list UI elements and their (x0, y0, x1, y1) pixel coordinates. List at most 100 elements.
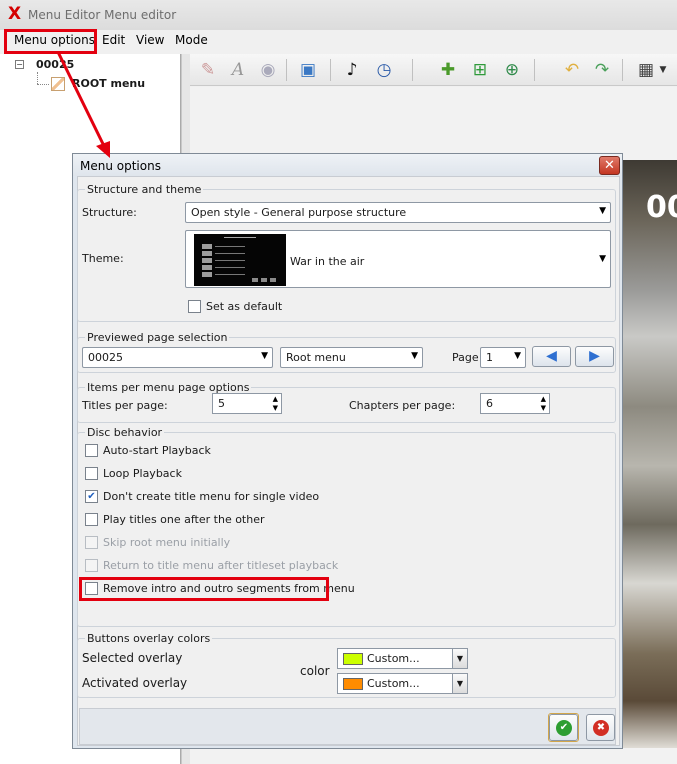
menu-value: Root menu (286, 351, 346, 364)
close-icon[interactable]: ✕ (599, 156, 620, 175)
tree-item-root[interactable]: 00025 (36, 58, 74, 71)
grid-icon[interactable]: ▦ (634, 58, 658, 82)
eye-icon[interactable]: ◉ (256, 58, 280, 82)
activated-color-value: Custom... (367, 677, 420, 690)
add-video-icon[interactable]: ⊕ (500, 58, 524, 82)
toolbar-separator (534, 59, 535, 81)
chevron-down-icon: ▼ (599, 206, 606, 216)
play-titles-sequential-label: Play titles one after the other (103, 513, 265, 526)
menu-bar: Menu options Edit View Mode (0, 30, 677, 52)
chapters-per-page-value: 6 (486, 397, 493, 410)
thumbnail-row (202, 272, 248, 277)
checkmark-icon: ✔ (87, 491, 96, 502)
play-titles-sequential-checkbox[interactable] (85, 513, 98, 526)
thumbnail-button (261, 278, 267, 282)
skip-root-menu-checkbox (85, 536, 98, 549)
brush-icon[interactable]: ✎ (196, 58, 220, 82)
chapters-per-page-spinner[interactable]: 6 ▲ ▼ (480, 393, 550, 414)
preview-title-text: 00 (646, 190, 677, 225)
spin-down-icon[interactable]: ▼ (541, 404, 546, 412)
menu-view[interactable]: View (136, 33, 164, 47)
spin-down-icon[interactable]: ▼ (273, 404, 278, 412)
activated-overlay-label: Activated overlay (82, 676, 188, 690)
toolbar-separator (622, 59, 623, 81)
group-label: Buttons overlay colors (85, 632, 213, 645)
title-value: 00025 (88, 351, 123, 364)
return-to-title-menu-label: Return to title menu after titleset play… (103, 559, 339, 572)
text-icon[interactable]: A (226, 58, 250, 82)
page-select[interactable]: 1 ▼ (480, 347, 526, 368)
menu-mode[interactable]: Mode (175, 33, 208, 47)
theme-label: Theme: (82, 252, 124, 265)
arrow-right-icon: ▶ (589, 348, 600, 364)
chevron-down-icon[interactable]: ▼ (452, 674, 467, 693)
tree-connector (37, 72, 38, 84)
chevron-down-icon: ▼ (514, 351, 521, 361)
spin-up-icon[interactable]: ▲ (273, 395, 278, 403)
group-label: Disc behavior (85, 426, 165, 439)
page-value: 1 (486, 351, 493, 364)
structure-value: Open style - General purpose structure (191, 206, 407, 219)
page-label: Page (452, 351, 479, 364)
dialog-button-bar (79, 708, 616, 745)
selected-overlay-color-select[interactable]: Custom... ▼ (337, 648, 468, 669)
titles-per-page-value: 5 (218, 397, 225, 410)
activated-overlay-color-select[interactable]: Custom... ▼ (337, 673, 468, 694)
ok-button[interactable]: ✔ (549, 714, 578, 741)
loop-playback-checkbox[interactable] (85, 467, 98, 480)
auto-start-checkbox[interactable] (85, 444, 98, 457)
undo-icon[interactable]: ↶ (560, 58, 584, 82)
add-image-icon[interactable]: ⊞ (468, 58, 492, 82)
window-title: Menu Editor Menu editor (28, 8, 177, 22)
window-titlebar: X Menu Editor Menu editor (0, 0, 677, 30)
structure-select[interactable]: Open style - General purpose structure ▼ (185, 202, 611, 223)
auto-start-label: Auto-start Playback (103, 444, 211, 457)
menu-edit[interactable]: Edit (102, 33, 125, 47)
thumbnail-button (252, 278, 258, 282)
cancel-icon: ✖ (593, 720, 609, 736)
menu-select[interactable]: Root menu ▼ (280, 347, 423, 368)
spin-up-icon[interactable]: ▲ (541, 395, 546, 403)
tree-collapse-icon[interactable]: − (15, 60, 24, 69)
redo-icon[interactable]: ↷ (590, 58, 614, 82)
toolbar-separator (412, 59, 413, 81)
theme-value: War in the air (290, 255, 365, 268)
music-icon[interactable]: ♪ (340, 58, 364, 82)
toolbar-separator (330, 59, 331, 81)
dialog-titlebar: Menu options ✕ (73, 154, 622, 176)
titles-per-page-spinner[interactable]: 5 ▲ ▼ (212, 393, 282, 414)
checkmark-icon: ✔ (556, 720, 572, 736)
activated-color-swatch (343, 678, 363, 690)
arrow-left-icon: ◀ (546, 348, 557, 364)
remove-intro-outro-highlight-box (79, 577, 329, 601)
theme-thumbnail (194, 234, 286, 286)
cancel-button[interactable]: ✖ (586, 714, 615, 741)
selected-color-value: Custom... (367, 652, 420, 665)
chevron-down-icon: ▼ (411, 351, 418, 361)
add-button-icon[interactable]: ✚ (436, 58, 460, 82)
loop-playback-label: Loop Playback (103, 467, 182, 480)
single-video-title-menu-label: Don't create title menu for single video (103, 490, 320, 503)
chevron-down-icon[interactable]: ▼ (452, 649, 467, 668)
menu-options-highlight-box (4, 29, 97, 54)
single-video-title-menu-checkbox[interactable]: ✔ (85, 490, 98, 503)
selected-overlay-label: Selected overlay (82, 651, 183, 665)
image-settings-icon[interactable]: ▣ (296, 58, 320, 82)
color-label: color (300, 664, 330, 678)
app-logo-icon: X (8, 4, 22, 24)
title-select[interactable]: 00025 ▼ (82, 347, 273, 368)
titles-per-page-label: Titles per page: (82, 399, 168, 412)
group-label: Previewed page selection (85, 331, 230, 344)
selected-color-swatch (343, 653, 363, 665)
chevron-down-icon[interactable]: ▼ (656, 58, 670, 82)
previous-page-button[interactable]: ◀ (532, 346, 571, 367)
thumbnail-title-line (224, 237, 256, 238)
editor-toolbar: ✎ A ◉ ▣ ♪ ◷ ✚ ⊞ ⊕ ↶ ↷ ▦ ▼ (190, 54, 677, 86)
menu-background-preview (623, 160, 677, 748)
chevron-down-icon: ▼ (599, 254, 606, 264)
toolbar-separator (286, 59, 287, 81)
set-default-checkbox[interactable] (188, 300, 201, 313)
tree-item-root-menu[interactable]: ROOT menu (72, 77, 145, 90)
next-page-button[interactable]: ▶ (575, 346, 614, 367)
timer-icon[interactable]: ◷ (372, 58, 396, 82)
